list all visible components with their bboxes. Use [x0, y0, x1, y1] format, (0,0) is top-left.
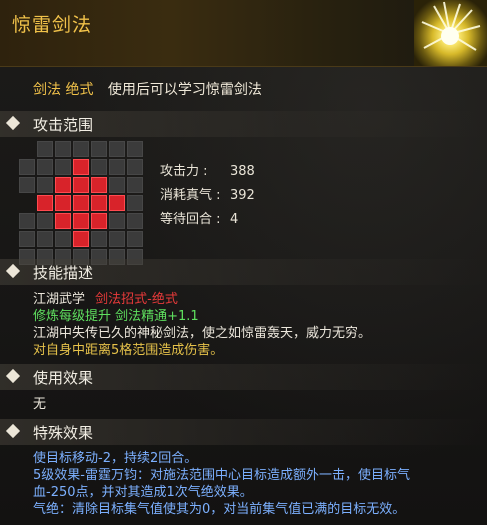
range-cell [19, 231, 35, 247]
skill-type-line: 剑法 绝式 使用后可以学习惊雷剑法 [33, 79, 262, 99]
range-cell [109, 177, 125, 193]
section-title: 攻击范围 [33, 116, 94, 134]
stat-label: 消耗真气 : [160, 188, 221, 203]
section-skill-desc: 技能描述 [0, 259, 487, 285]
section-title: 技能描述 [33, 264, 94, 282]
range-cell [19, 213, 35, 229]
range-cell [37, 231, 53, 247]
effect-line: 使目标移动-2，持续2回合。 [33, 451, 198, 466]
range-cell [91, 141, 107, 157]
title-bar: 惊雷剑法 [0, 0, 487, 67]
range-cell-active [37, 195, 53, 211]
desc-tag: 剑法招式-绝式 [95, 292, 178, 307]
range-cell-active [91, 213, 107, 229]
range-cell [37, 213, 53, 229]
stat-row: 消耗真气 : 392 [160, 184, 255, 208]
range-cell [127, 159, 143, 175]
range-cell [109, 213, 125, 229]
range-cell-active [91, 195, 107, 211]
range-cell [127, 231, 143, 247]
range-cell-active [73, 159, 89, 175]
diamond-icon [5, 368, 21, 384]
range-cell [73, 141, 89, 157]
range-cell-active [73, 177, 89, 193]
range-cell [37, 177, 53, 193]
range-cell-active [55, 213, 71, 229]
section-title: 使用效果 [33, 369, 94, 387]
range-cell-active [109, 195, 125, 211]
diamond-icon [5, 115, 21, 131]
desc-line: 江湖中失传已久的神秘剑法，使之如惊雷轰天，威力无穷。 [33, 326, 372, 341]
range-cell [55, 141, 71, 157]
range-cell [127, 177, 143, 193]
skill-type-label: 剑法 绝式 [33, 82, 94, 98]
range-cell [109, 159, 125, 175]
desc-line: 修炼每级提升 剑法精通+1.1 [33, 309, 199, 324]
range-cell [55, 231, 71, 247]
range-cell [19, 141, 35, 157]
range-cell [127, 213, 143, 229]
effect-line: 5级效果-雷霆万钧：对施法范围中心目标造成额外一击，使目标气 [33, 468, 410, 483]
range-cell-active [73, 195, 89, 211]
skill-title: 惊雷剑法 [12, 14, 93, 36]
diamond-icon [5, 263, 21, 279]
diamond-icon [5, 423, 21, 439]
desc-prefix: 江湖武学 [33, 292, 86, 307]
range-cell [109, 141, 125, 157]
skill-tooltip-panel: 惊雷剑法 剑法 绝式 使用后可以学习惊雷剑法 攻击范围 攻击力 : 388 消耗… [0, 0, 487, 525]
range-cell [127, 195, 143, 211]
effect-line: 血-250点，并对其造成1次气绝效果。 [33, 485, 253, 500]
section-title: 特殊效果 [33, 424, 94, 442]
range-cell [37, 141, 53, 157]
desc-line: 对自身中距离5格范围造成伤害。 [33, 343, 224, 358]
range-cell [91, 231, 107, 247]
range-cell-active [73, 213, 89, 229]
desc-line: 江湖武学 剑法招式-绝式 [33, 291, 371, 308]
range-cell [55, 159, 71, 175]
range-cell-active [91, 177, 107, 193]
stat-label: 等待回合 : [160, 212, 221, 227]
skill-description: 江湖武学 剑法招式-绝式 修炼每级提升 剑法精通+1.1 江湖中失传已久的神秘剑… [33, 291, 371, 359]
stat-row: 等待回合 : 4 [160, 208, 255, 232]
use-effect-text: 无 [33, 397, 47, 412]
range-cell [19, 177, 35, 193]
range-cell-active [55, 195, 71, 211]
range-cell [91, 159, 107, 175]
effect-line: 气绝：清除目标集气值使其为0，对当前集气值已满的目标无效。 [33, 502, 406, 517]
range-cell-active [55, 177, 71, 193]
range-cell [19, 195, 35, 211]
section-special-effect: 特殊效果 [0, 419, 487, 445]
stat-value: 4 [230, 212, 239, 227]
skill-type-desc: 使用后可以学习惊雷剑法 [107, 82, 262, 98]
range-cell [127, 141, 143, 157]
stats-block: 攻击力 : 388 消耗真气 : 392 等待回合 : 4 [160, 160, 255, 232]
range-cell [37, 159, 53, 175]
section-attack-range: 攻击范围 [0, 111, 487, 137]
range-cell [19, 159, 35, 175]
stat-value: 388 [230, 164, 255, 179]
stat-row: 攻击力 : 388 [160, 160, 255, 184]
range-cell-active [73, 231, 89, 247]
stat-label: 攻击力 : [160, 164, 208, 179]
lightning-burst-icon [414, 0, 487, 66]
range-cell [109, 231, 125, 247]
section-use-effect: 使用效果 [0, 364, 487, 390]
attack-range-grid [19, 141, 143, 265]
stat-value: 392 [230, 188, 255, 203]
special-effect-text: 使目标移动-2，持续2回合。 5级效果-雷霆万钧：对施法范围中心目标造成额外一击… [33, 450, 410, 518]
